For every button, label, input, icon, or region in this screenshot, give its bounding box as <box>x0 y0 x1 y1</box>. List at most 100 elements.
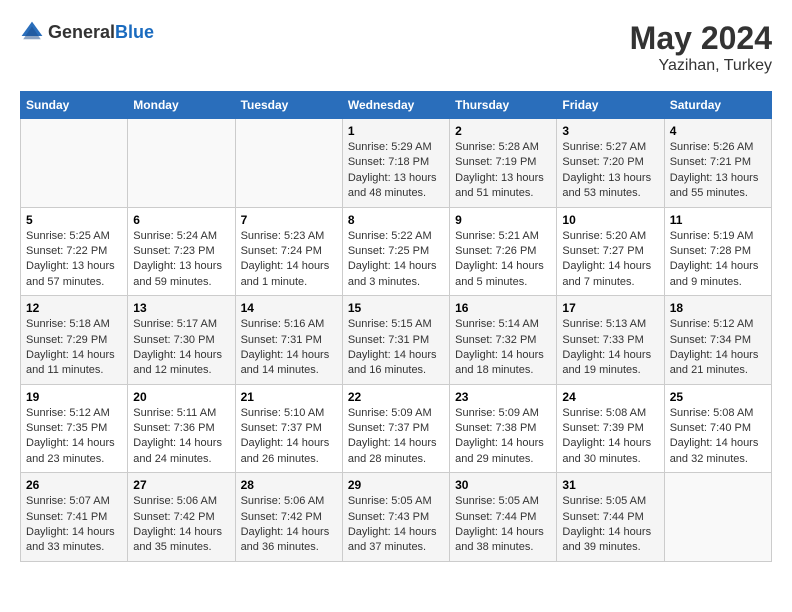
day-info: Sunrise: 5:07 AM Sunset: 7:41 PM Dayligh… <box>26 494 122 556</box>
logo-general: General <box>48 22 115 42</box>
day-info: Sunrise: 5:15 AM Sunset: 7:31 PM Dayligh… <box>348 317 444 379</box>
day-info: Sunrise: 5:26 AM Sunset: 7:21 PM Dayligh… <box>670 140 766 202</box>
day-info: Sunrise: 5:17 AM Sunset: 7:30 PM Dayligh… <box>133 317 229 379</box>
day-number: 17 <box>562 301 658 315</box>
calendar-cell: 19 Sunrise: 5:12 AM Sunset: 7:35 PM Dayli… <box>21 384 128 473</box>
day-info: Sunrise: 5:10 AM Sunset: 7:37 PM Dayligh… <box>241 406 337 468</box>
calendar-cell: 1Sunrise: 5:29 AM Sunset: 7:18 PM Daylig… <box>342 119 449 208</box>
location-title: Yazihan, Turkey <box>630 57 772 75</box>
day-number: 16 <box>455 301 551 315</box>
calendar-week-row: 1Sunrise: 5:29 AM Sunset: 7:18 PM Daylig… <box>21 119 772 208</box>
calendar-cell: 30Sunrise: 5:05 AM Sunset: 7:44 PM Dayli… <box>450 473 557 562</box>
calendar-cell: 31 Sunrise: 5:05 AM Sunset: 7:44 PM Dayli… <box>557 473 664 562</box>
day-number: 6 <box>133 213 229 227</box>
calendar-week-row: 12 Sunrise: 5:18 AM Sunset: 7:29 PM Dayli… <box>21 296 772 385</box>
day-info: Sunrise: 5:09 AM Sunset: 7:37 PM Dayligh… <box>348 406 444 468</box>
calendar-cell: 9 Sunrise: 5:21 AM Sunset: 7:26 PM Daylig… <box>450 207 557 296</box>
weekday-header-thursday: Thursday <box>450 92 557 119</box>
logo-blue: Blue <box>115 22 154 42</box>
day-number: 21 <box>241 390 337 404</box>
day-info: Sunrise: 5:27 AM Sunset: 7:20 PM Dayligh… <box>562 140 658 202</box>
calendar-cell <box>235 119 342 208</box>
calendar-cell: 26Sunrise: 5:07 AM Sunset: 7:41 PM Dayli… <box>21 473 128 562</box>
calendar-cell: 28 Sunrise: 5:06 AM Sunset: 7:42 PM Dayli… <box>235 473 342 562</box>
calendar-cell: 21 Sunrise: 5:10 AM Sunset: 7:37 PM Dayli… <box>235 384 342 473</box>
calendar-cell: 13Sunrise: 5:17 AM Sunset: 7:30 PM Dayli… <box>128 296 235 385</box>
calendar-week-row: 19 Sunrise: 5:12 AM Sunset: 7:35 PM Dayli… <box>21 384 772 473</box>
title-block: May 2024 Yazihan, Turkey <box>630 20 772 75</box>
day-info: Sunrise: 5:14 AM Sunset: 7:32 PM Dayligh… <box>455 317 551 379</box>
month-title: May 2024 <box>630 20 772 57</box>
weekday-header-sunday: Sunday <box>21 92 128 119</box>
day-number: 11 <box>670 213 766 227</box>
day-info: Sunrise: 5:06 AM Sunset: 7:42 PM Dayligh… <box>133 494 229 556</box>
weekday-header-monday: Monday <box>128 92 235 119</box>
day-number: 5 <box>26 213 122 227</box>
day-number: 20 <box>133 390 229 404</box>
day-info: Sunrise: 5:29 AM Sunset: 7:18 PM Dayligh… <box>348 140 444 202</box>
day-number: 7 <box>241 213 337 227</box>
page-header: GeneralBlue May 2024 Yazihan, Turkey <box>20 20 772 75</box>
day-info: Sunrise: 5:21 AM Sunset: 7:26 PM Dayligh… <box>455 229 551 291</box>
day-info: Sunrise: 5:28 AM Sunset: 7:19 PM Dayligh… <box>455 140 551 202</box>
calendar-cell: 4 Sunrise: 5:26 AM Sunset: 7:21 PM Daylig… <box>664 119 771 208</box>
day-number: 28 <box>241 478 337 492</box>
calendar-cell: 7 Sunrise: 5:23 AM Sunset: 7:24 PM Daylig… <box>235 207 342 296</box>
day-info: Sunrise: 5:12 AM Sunset: 7:34 PM Dayligh… <box>670 317 766 379</box>
calendar-cell: 18 Sunrise: 5:12 AM Sunset: 7:34 PM Dayli… <box>664 296 771 385</box>
day-info: Sunrise: 5:20 AM Sunset: 7:27 PM Dayligh… <box>562 229 658 291</box>
day-info: Sunrise: 5:24 AM Sunset: 7:23 PM Dayligh… <box>133 229 229 291</box>
day-info: Sunrise: 5:05 AM Sunset: 7:44 PM Dayligh… <box>562 494 658 556</box>
day-info: Sunrise: 5:18 AM Sunset: 7:29 PM Dayligh… <box>26 317 122 379</box>
day-info: Sunrise: 5:06 AM Sunset: 7:42 PM Dayligh… <box>241 494 337 556</box>
calendar-week-row: 26Sunrise: 5:07 AM Sunset: 7:41 PM Dayli… <box>21 473 772 562</box>
weekday-header-row: SundayMondayTuesdayWednesdayThursdayFrid… <box>21 92 772 119</box>
calendar-cell: 2Sunrise: 5:28 AM Sunset: 7:19 PM Daylig… <box>450 119 557 208</box>
calendar-cell: 22Sunrise: 5:09 AM Sunset: 7:37 PM Dayli… <box>342 384 449 473</box>
day-number: 3 <box>562 124 658 138</box>
calendar-cell: 3 Sunrise: 5:27 AM Sunset: 7:20 PM Daylig… <box>557 119 664 208</box>
calendar-cell: 6 Sunrise: 5:24 AM Sunset: 7:23 PM Daylig… <box>128 207 235 296</box>
calendar-cell <box>21 119 128 208</box>
day-info: Sunrise: 5:12 AM Sunset: 7:35 PM Dayligh… <box>26 406 122 468</box>
logo-text: GeneralBlue <box>48 22 154 43</box>
weekday-header-friday: Friday <box>557 92 664 119</box>
calendar-table: SundayMondayTuesdayWednesdayThursdayFrid… <box>20 91 772 562</box>
day-number: 4 <box>670 124 766 138</box>
day-number: 27 <box>133 478 229 492</box>
day-info: Sunrise: 5:11 AM Sunset: 7:36 PM Dayligh… <box>133 406 229 468</box>
calendar-week-row: 5 Sunrise: 5:25 AM Sunset: 7:22 PM Daylig… <box>21 207 772 296</box>
day-info: Sunrise: 5:05 AM Sunset: 7:43 PM Dayligh… <box>348 494 444 556</box>
day-number: 25 <box>670 390 766 404</box>
calendar-cell: 12 Sunrise: 5:18 AM Sunset: 7:29 PM Dayli… <box>21 296 128 385</box>
day-info: Sunrise: 5:19 AM Sunset: 7:28 PM Dayligh… <box>670 229 766 291</box>
calendar-cell: 10 Sunrise: 5:20 AM Sunset: 7:27 PM Dayli… <box>557 207 664 296</box>
day-info: Sunrise: 5:08 AM Sunset: 7:40 PM Dayligh… <box>670 406 766 468</box>
day-number: 31 <box>562 478 658 492</box>
day-number: 14 <box>241 301 337 315</box>
day-info: Sunrise: 5:25 AM Sunset: 7:22 PM Dayligh… <box>26 229 122 291</box>
weekday-header-saturday: Saturday <box>664 92 771 119</box>
day-number: 10 <box>562 213 658 227</box>
calendar-cell <box>128 119 235 208</box>
calendar-cell: 29 Sunrise: 5:05 AM Sunset: 7:43 PM Dayli… <box>342 473 449 562</box>
day-number: 23 <box>455 390 551 404</box>
day-number: 9 <box>455 213 551 227</box>
day-number: 18 <box>670 301 766 315</box>
day-info: Sunrise: 5:16 AM Sunset: 7:31 PM Dayligh… <box>241 317 337 379</box>
calendar-cell: 16 Sunrise: 5:14 AM Sunset: 7:32 PM Dayli… <box>450 296 557 385</box>
day-info: Sunrise: 5:23 AM Sunset: 7:24 PM Dayligh… <box>241 229 337 291</box>
calendar-cell: 20 Sunrise: 5:11 AM Sunset: 7:36 PM Dayli… <box>128 384 235 473</box>
day-number: 29 <box>348 478 444 492</box>
weekday-header-tuesday: Tuesday <box>235 92 342 119</box>
calendar-cell: 23 Sunrise: 5:09 AM Sunset: 7:38 PM Dayli… <box>450 384 557 473</box>
day-info: Sunrise: 5:09 AM Sunset: 7:38 PM Dayligh… <box>455 406 551 468</box>
day-info: Sunrise: 5:13 AM Sunset: 7:33 PM Dayligh… <box>562 317 658 379</box>
logo: GeneralBlue <box>20 20 154 44</box>
day-number: 12 <box>26 301 122 315</box>
calendar-cell <box>664 473 771 562</box>
calendar-cell: 5 Sunrise: 5:25 AM Sunset: 7:22 PM Daylig… <box>21 207 128 296</box>
calendar-cell: 24Sunrise: 5:08 AM Sunset: 7:39 PM Dayli… <box>557 384 664 473</box>
logo-icon <box>20 20 44 44</box>
day-number: 19 <box>26 390 122 404</box>
